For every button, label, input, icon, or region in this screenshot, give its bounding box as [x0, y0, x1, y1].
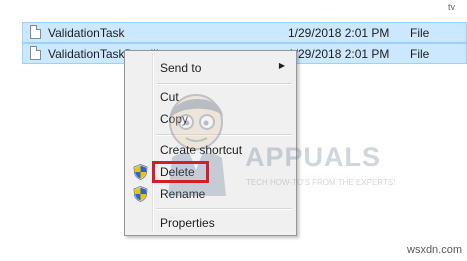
site-credit: wsxdn.com	[407, 244, 463, 256]
shield-icon	[133, 164, 148, 180]
column-header-fragment: ty	[448, 2, 456, 10]
file-name: ValidationTask	[48, 26, 125, 40]
file-icon	[30, 25, 41, 39]
submenu-arrow-icon: ▶	[278, 61, 285, 70]
menu-item-send-to[interactable]: Send to ▶	[127, 57, 294, 79]
file-date-modified: 1/29/2018 2:01 PM	[288, 47, 390, 61]
appuals-watermark: APPUALS TECH HOW-TO'S FROM THE EXPERTS!	[150, 88, 395, 198]
watermark-tagline: TECH HOW-TO'S FROM THE EXPERTS!	[246, 178, 396, 187]
mascot-icon	[168, 94, 226, 196]
file-type: File	[410, 26, 430, 40]
file-type: File	[410, 47, 430, 61]
file-icon	[30, 46, 41, 60]
menu-separator	[156, 83, 292, 85]
menu-item-label: Send to	[160, 61, 202, 75]
menu-item-label: Properties	[160, 216, 215, 230]
file-row[interactable]: ValidationTask 1/29/2018 2:01 PM File	[22, 22, 467, 43]
explorer-top-strip	[0, 0, 467, 18]
menu-separator	[156, 208, 292, 210]
shield-icon	[133, 186, 148, 202]
file-date-modified: 1/29/2018 2:01 PM	[288, 26, 390, 40]
menu-item-properties[interactable]: Properties	[127, 212, 294, 234]
watermark-word: APPUALS	[245, 142, 382, 172]
